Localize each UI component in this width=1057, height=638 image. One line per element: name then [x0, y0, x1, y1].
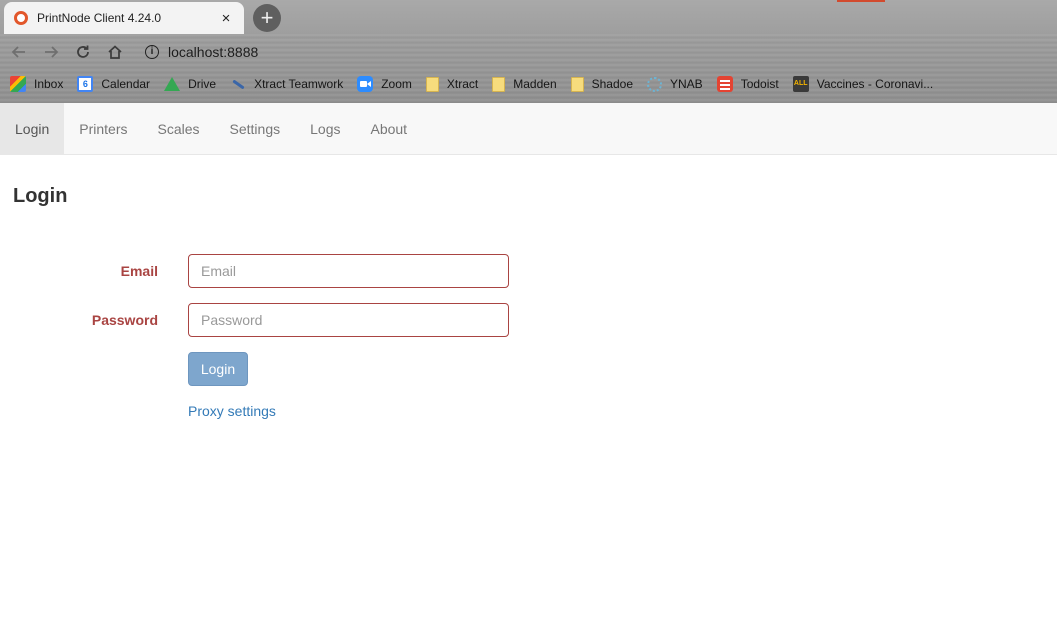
xtract-teamwork-icon: [230, 76, 246, 92]
email-label: Email: [120, 263, 158, 279]
login-button[interactable]: Login: [188, 352, 248, 386]
drive-icon: [164, 77, 181, 91]
bookmark-xtract[interactable]: Xtract: [425, 76, 479, 92]
password-row: Password: [0, 303, 520, 337]
zoom-icon: [357, 76, 374, 92]
bookmark-ynab[interactable]: YNAB: [647, 76, 703, 92]
bookmark-label: Xtract: [446, 77, 479, 91]
bookmark-zoom[interactable]: Zoom: [357, 76, 412, 92]
nav-login[interactable]: Login: [0, 103, 65, 154]
bookmark-label: Drive: [188, 77, 217, 91]
password-field[interactable]: [188, 303, 509, 337]
bookmark-label: Xtract Teamwork: [254, 77, 344, 91]
bookmark-label: Inbox: [34, 77, 64, 91]
ynab-icon: [647, 76, 662, 92]
site-info-icon[interactable]: i: [145, 45, 159, 59]
password-label: Password: [91, 312, 158, 328]
bookmark-label: Todoist: [740, 77, 779, 91]
bookmark-label: Madden: [513, 77, 557, 91]
tab-title: PrintNode Client 4.24.0: [37, 11, 162, 25]
url-text[interactable]: localhost:8888: [168, 44, 258, 60]
nav-printers[interactable]: Printers: [64, 103, 142, 154]
bookmarks-bar: Inbox 6 Calendar Drive Xtract Teamwork Zo…: [0, 72, 1057, 96]
email-row: Email: [0, 254, 520, 288]
bookmark-xtract-teamwork[interactable]: Xtract Teamwork: [230, 76, 343, 92]
new-tab-button[interactable]: +: [253, 4, 281, 32]
reload-icon[interactable]: [67, 36, 99, 68]
calendar-icon: 6: [77, 76, 94, 92]
printnode-favicon-icon: [14, 11, 28, 25]
folder-icon: [425, 76, 439, 92]
bookmark-vaccines[interactable]: ALL Vaccines - Coronavi...: [792, 76, 934, 92]
bookmark-shadoe[interactable]: Shadoe: [570, 76, 633, 92]
bookmark-drive[interactable]: Drive: [164, 77, 216, 91]
nav-logs[interactable]: Logs: [295, 103, 355, 154]
app-navbar: Login Printers Scales Settings Logs Abou…: [0, 103, 1057, 155]
nav-settings[interactable]: Settings: [215, 103, 296, 154]
vaccines-icon: ALL: [792, 76, 809, 92]
window-accent: [837, 0, 885, 2]
nav-scales[interactable]: Scales: [143, 103, 215, 154]
forward-arrow-icon[interactable]: [35, 36, 67, 68]
page-title: Login: [13, 185, 68, 207]
bookmark-label: Vaccines - Coronavi...: [816, 77, 934, 91]
tab-close-icon[interactable]: ×: [218, 10, 234, 27]
back-arrow-icon[interactable]: [3, 36, 35, 68]
address-bar-row: i localhost:8888: [0, 36, 1057, 68]
browser-chrome: PrintNode Client 4.24.0 × + i localhost:…: [0, 0, 1057, 103]
email-field[interactable]: [188, 254, 509, 288]
bookmark-madden[interactable]: Madden: [492, 76, 557, 92]
bookmark-label: YNAB: [670, 77, 703, 91]
bookmark-label: Zoom: [381, 77, 412, 91]
bookmark-label: Shadoe: [591, 77, 633, 91]
home-icon[interactable]: [99, 36, 131, 68]
bookmark-todoist[interactable]: Todoist: [716, 76, 779, 92]
nav-about[interactable]: About: [355, 103, 422, 154]
address-bar[interactable]: i localhost:8888: [145, 38, 258, 66]
proxy-settings-link[interactable]: Proxy settings: [188, 403, 276, 419]
gmail-icon: [10, 76, 26, 92]
browser-tab[interactable]: PrintNode Client 4.24.0 ×: [4, 2, 244, 34]
folder-icon: [570, 76, 584, 92]
bookmark-calendar[interactable]: 6 Calendar: [77, 76, 150, 92]
todoist-icon: [716, 76, 733, 92]
bookmark-label: Calendar: [101, 77, 151, 91]
bookmark-inbox[interactable]: Inbox: [10, 76, 63, 92]
folder-icon: [492, 76, 506, 92]
